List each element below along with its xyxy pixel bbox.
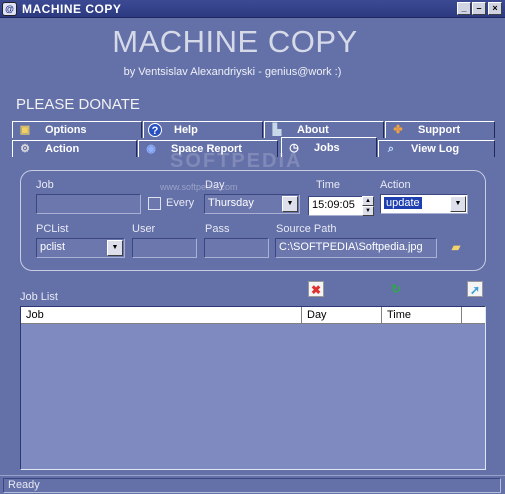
tab-about[interactable]: ▙ About bbox=[264, 121, 384, 138]
source-path-label: Source Path bbox=[276, 223, 337, 235]
pclist-select[interactable]: pclist ▼ bbox=[36, 238, 125, 258]
user-label: User bbox=[132, 223, 156, 235]
tab-support-label: Support bbox=[418, 124, 461, 136]
time-spinner[interactable]: ▲ ▼ bbox=[362, 196, 374, 216]
help-icon: ? bbox=[148, 123, 162, 137]
title-bar[interactable]: @ MACHINE COPY _ – × bbox=[0, 0, 505, 18]
tab-options[interactable]: ▣ Options bbox=[12, 121, 142, 138]
spin-up-icon[interactable]: ▲ bbox=[362, 196, 374, 206]
open-folder-icon[interactable]: ▰ bbox=[447, 240, 465, 254]
action-select[interactable]: update ▼ bbox=[380, 194, 468, 214]
job-list-label: Job List bbox=[20, 291, 58, 303]
pass-input[interactable] bbox=[204, 238, 269, 258]
minimize-button[interactable]: _ bbox=[457, 2, 471, 15]
delete-job-icon[interactable]: ✖ bbox=[308, 281, 324, 297]
pclist-label: PCList bbox=[36, 223, 69, 235]
window-title: MACHINE COPY bbox=[22, 2, 122, 16]
export-icon[interactable]: ➚ bbox=[467, 281, 483, 297]
user-input[interactable] bbox=[132, 238, 197, 258]
pclist-value: pclist bbox=[40, 241, 66, 253]
donate-link[interactable]: PLEASE DONATE bbox=[16, 96, 140, 113]
every-label: Every bbox=[166, 197, 195, 209]
maximize-button[interactable]: – bbox=[472, 2, 486, 15]
time-label: Time bbox=[316, 179, 341, 191]
job-label: Job bbox=[36, 179, 54, 191]
every-checkbox[interactable] bbox=[148, 197, 161, 210]
tab-view-log[interactable]: ⌕ View Log bbox=[378, 140, 495, 157]
about-icon: ▙ bbox=[272, 124, 282, 136]
time-input[interactable]: 15:09:05 bbox=[308, 196, 363, 216]
status-bar: Ready bbox=[0, 475, 505, 494]
app-byline: by Ventsislav Alexandriyski - genius@wor… bbox=[123, 66, 342, 78]
column-header-time[interactable]: Time bbox=[382, 307, 462, 324]
pass-label: Pass bbox=[205, 223, 230, 235]
chevron-down-icon[interactable]: ▼ bbox=[282, 196, 298, 212]
tab-view-log-label: View Log bbox=[411, 143, 460, 155]
job-input[interactable] bbox=[36, 194, 141, 214]
tab-jobs-label: Jobs bbox=[314, 141, 340, 154]
disk-icon: ◉ bbox=[146, 143, 156, 155]
tab-about-label: About bbox=[297, 124, 329, 136]
day-select[interactable]: Thursday ▼ bbox=[204, 194, 300, 214]
chevron-down-icon[interactable]: ▼ bbox=[107, 240, 123, 256]
tab-action-label: Action bbox=[45, 143, 80, 155]
magnifier-icon: ⌕ bbox=[387, 143, 395, 155]
refresh-icon[interactable]: ↻ bbox=[388, 281, 404, 297]
source-path-input[interactable]: C:\SOFTPEDIA\Softpedia.jpg bbox=[275, 238, 437, 258]
app-heading: MACHINE COPY bbox=[112, 24, 358, 59]
folder-icon: ▣ bbox=[19, 124, 31, 136]
action-label: Action bbox=[380, 179, 411, 191]
support-icon: ✤ bbox=[393, 124, 403, 136]
column-header-extra[interactable] bbox=[462, 307, 485, 324]
chevron-down-icon[interactable]: ▼ bbox=[450, 196, 466, 212]
action-value: update bbox=[384, 197, 422, 209]
action-icon: ⚙ bbox=[20, 143, 30, 155]
app-icon[interactable]: @ bbox=[2, 2, 17, 16]
day-value: Thursday bbox=[208, 197, 254, 209]
close-button[interactable]: × bbox=[488, 2, 502, 15]
column-header-day[interactable]: Day bbox=[302, 307, 382, 324]
column-header-job[interactable]: Job bbox=[21, 307, 302, 324]
tab-options-label: Options bbox=[45, 124, 87, 136]
status-text: Ready bbox=[3, 478, 501, 493]
day-label: Day bbox=[205, 179, 225, 191]
tab-support[interactable]: ✤ Support bbox=[385, 121, 495, 138]
job-list-table[interactable]: Job Day Time bbox=[20, 306, 486, 470]
tab-help-label: Help bbox=[174, 124, 198, 136]
tab-help[interactable]: ? Help bbox=[143, 121, 263, 138]
tab-action[interactable]: ⚙ Action bbox=[12, 140, 137, 157]
spin-down-icon[interactable]: ▼ bbox=[362, 206, 374, 216]
